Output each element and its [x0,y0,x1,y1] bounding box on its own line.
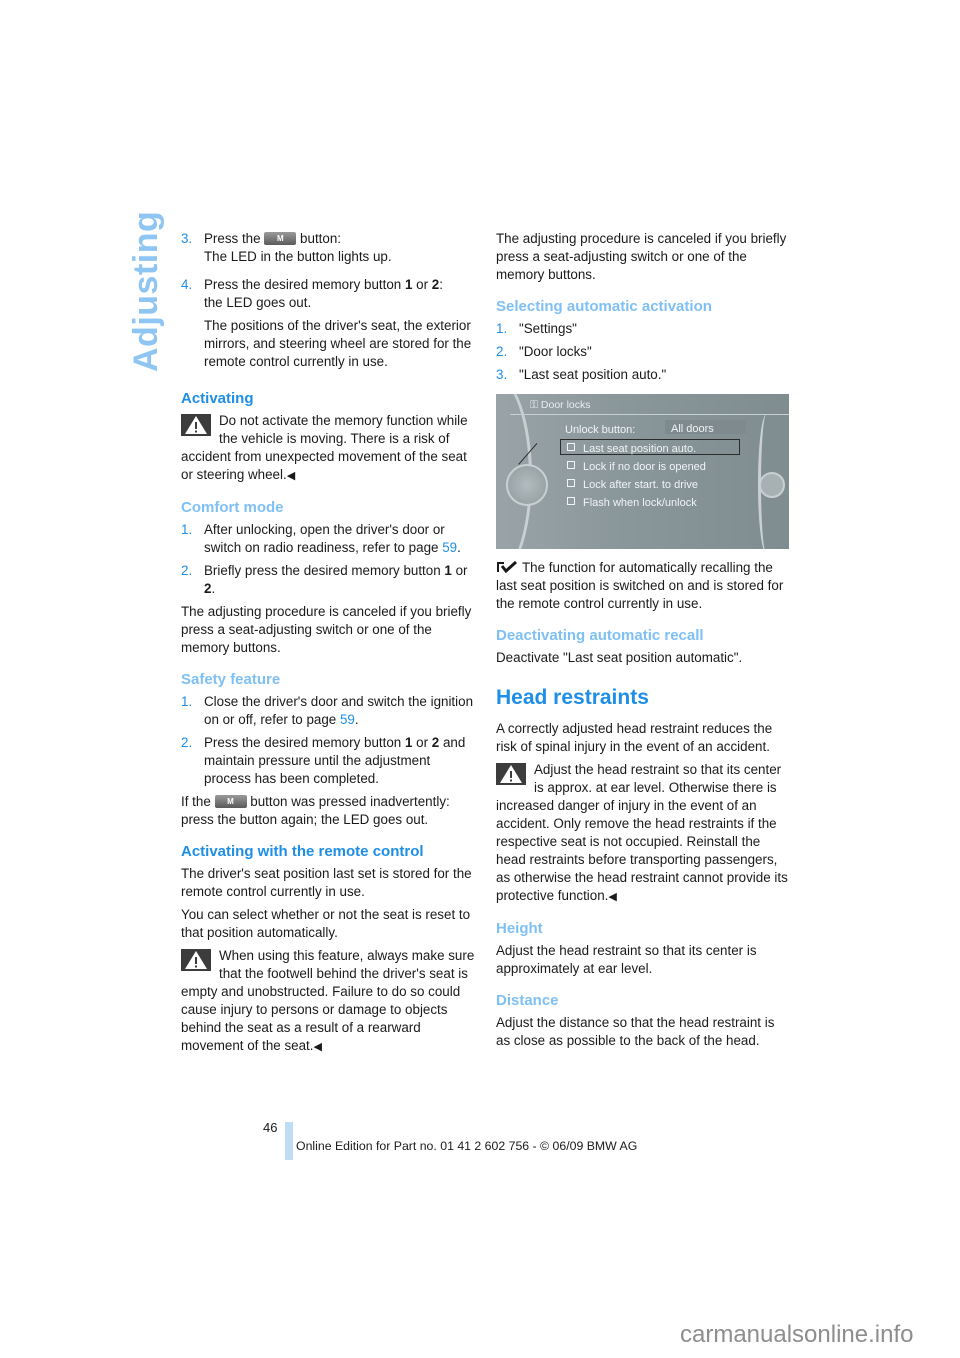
auto-step-2: 2. "Door locks" [496,344,592,359]
heading-activating: Activating [181,390,254,407]
checkmark-icon [496,560,518,574]
memory-m-button-icon: M [264,232,297,245]
heading-safety-feature: Safety feature [181,671,281,688]
checkbox-icon [567,461,575,469]
heading-head-restraints: Head restraints [496,686,649,709]
page-number: 46 [263,1120,278,1135]
checkbox-icon [567,479,575,487]
section-side-title: Adjusting [127,210,165,372]
comfort-note: The adjusting procedure is canceled if y… [181,604,472,655]
idrive-door-locks-screenshot: ⚿ Door locks Unlock button: All doors La… [496,394,789,549]
option-flash: Flash when lock/unlock [567,494,697,512]
page-link-59[interactable]: 59 [442,540,457,555]
comfort-step-1: 1. After unlocking, open the driver's do… [181,522,461,555]
end-mark-icon: ◀ [608,891,617,903]
footer-accent-bar [285,1122,293,1160]
step-4-note: The positions of the driver's seat, the … [204,318,472,369]
option-last-seat-position: Last seat position auto. [567,440,696,458]
memory-m-button-icon: M [214,795,247,808]
step-number: 4. [181,277,193,292]
step-4: 4. Press the desired memory button 1 or … [181,276,476,376]
watermark: carmanualsonline.info [680,1321,914,1348]
step-3: 3. Press the M button: The LED in the bu… [181,230,476,271]
cancel-note: The adjusting procedure is canceled if y… [496,231,787,282]
comfort-step-2: 2. Briefly press the desired memory butt… [181,563,468,596]
option-lock-after-start: Lock after start. to drive [567,476,698,494]
heading-deactivate: Deactivating automatic recall [496,627,704,644]
right-column: The adjusting procedure is canceled if y… [496,230,791,1055]
height-text: Adjust the head restraint so that its ce… [496,943,757,976]
heading-comfort-mode: Comfort mode [181,499,284,516]
left-column: 3. Press the M button: The LED in the bu… [181,230,476,1061]
footer-edition: Online Edition for Part no. 01 41 2 602 … [296,1139,638,1153]
warning-triangle-icon [496,763,526,785]
warning-activating: Do not activate the memory function whil… [181,413,468,482]
unlock-button-label: Unlock button: [565,424,636,436]
heading-distance: Distance [496,992,559,1009]
safety-step-2: 2. Press the desired memory button 1 or … [181,735,466,786]
checkbox-icon [567,443,575,451]
safety-note: If the M button was pressed inadvertentl… [181,794,450,827]
option-lock-if-no-door: Lock if no door is opened [567,458,706,476]
screen-title: ⚿ Door locks [530,399,591,411]
unlock-button-value: All doors [665,420,746,435]
remote-p1: The driver's seat position last set is s… [181,866,472,899]
warning-head-restraints: Adjust the head restraint so that its ce… [496,762,788,903]
checkbox-icon [567,497,575,505]
remote-p2: You can select whether or not the seat i… [181,907,471,940]
head-restraints-intro: A correctly adjusted head restraint redu… [496,721,773,754]
warning-triangle-icon [181,949,211,971]
end-mark-icon: ◀ [286,470,296,482]
safety-step-1: 1. Close the driver's door and switch th… [181,694,474,727]
heading-height: Height [496,920,543,937]
heading-remote-control: Activating with the remote control [181,843,424,860]
heading-auto-activation: Selecting automatic activation [496,298,712,315]
end-mark-icon: ◀ [313,1041,322,1053]
check-note: The function for automatically recalling… [496,560,784,611]
auto-step-1: 1. "Settings" [496,321,577,336]
deactivate-text: Deactivate "Last seat position automatic… [496,650,743,665]
page-link-59[interactable]: 59 [340,712,355,727]
warning-triangle-icon [181,414,211,436]
controller-knob-icon [506,464,548,506]
warning-remote: When using this feature, always make sur… [181,948,475,1053]
step-number: 3. [181,231,193,246]
distance-text: Adjust the distance so that the head res… [496,1015,775,1048]
door-locks-icon: ⚿ [530,399,541,411]
auto-step-3: 3. "Last seat position auto." [496,367,667,382]
